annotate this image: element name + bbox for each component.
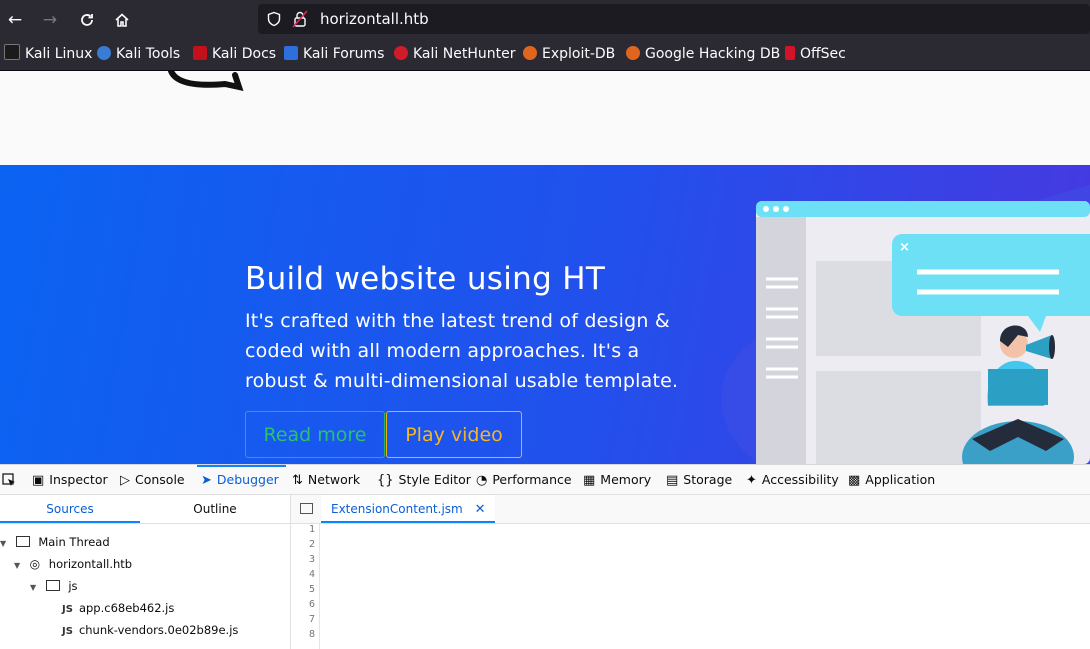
- js-file-icon: JS: [62, 626, 73, 637]
- tab-inspector[interactable]: ▣ Inspector: [32, 465, 108, 494]
- kali-docs-icon: [193, 46, 207, 60]
- tab-sources[interactable]: Sources: [0, 495, 140, 523]
- element-picker-icon[interactable]: [2, 465, 16, 494]
- js-file-icon: JS: [62, 604, 73, 615]
- storage-icon: ▤: [666, 473, 679, 488]
- line-number: 7: [308, 614, 315, 625]
- accessibility-icon: ✦: [746, 473, 757, 488]
- read-more-button[interactable]: Read more: [245, 411, 385, 458]
- reload-icon[interactable]: [74, 7, 100, 33]
- insecure-lock-icon[interactable]: [292, 10, 308, 32]
- line-gutter: 1 2 3 4 5 6 7 8: [291, 524, 320, 649]
- bookmark-kali-tools[interactable]: Kali Tools: [97, 39, 180, 70]
- ghdb-icon: [626, 46, 640, 60]
- line-number: 8: [308, 629, 315, 640]
- kali-forums-icon: [284, 46, 298, 60]
- window-icon: [15, 536, 30, 547]
- exploit-db-icon: [523, 46, 537, 60]
- play-video-button[interactable]: Play video: [386, 411, 522, 458]
- tree-host[interactable]: ▼ ◎ horizontall.htb: [14, 553, 132, 575]
- tab-accessibility[interactable]: ✦ Accessibility: [746, 465, 839, 494]
- url-text[interactable]: horizontall.htb: [320, 4, 429, 34]
- line-number: 4: [308, 569, 315, 580]
- hero-section: Build website using HT It's crafted with…: [0, 165, 1090, 464]
- tab-style-editor[interactable]: {} Style Editor: [377, 465, 471, 494]
- url-bar[interactable]: horizontall.htb: [258, 4, 1090, 34]
- tab-outline[interactable]: Outline: [145, 495, 285, 523]
- line-number: 6: [308, 599, 315, 610]
- editor-tabs: ExtensionContent.jsm ✕: [291, 495, 1090, 524]
- editor-file-tab[interactable]: ExtensionContent.jsm ✕: [321, 495, 496, 523]
- bookmark-kali-nethunter[interactable]: Kali NetHunter: [394, 39, 515, 70]
- back-icon[interactable]: ←: [2, 7, 28, 33]
- bookmark-kali-linux[interactable]: Kali Linux: [4, 39, 92, 70]
- expand-arrow-icon[interactable]: ▼: [30, 577, 40, 599]
- tab-memory[interactable]: ▦ Memory: [583, 465, 651, 494]
- tab-network[interactable]: ⇅ Network: [292, 465, 360, 494]
- forward-icon[interactable]: →: [37, 7, 63, 33]
- devtools-panel: ▣ Inspector ▷ Console ➤ Debugger ⇅ Network {…: [0, 464, 1090, 649]
- sources-panel: Sources Outline ▼ Main Thread ▼ ◎ horizo…: [0, 495, 291, 649]
- performance-icon: ◔: [476, 473, 488, 488]
- line-number: 3: [308, 554, 315, 565]
- style-editor-icon: {}: [377, 473, 394, 488]
- hero-description: It's crafted with the latest trend of de…: [245, 310, 679, 392]
- tree-file[interactable]: JS app.c68eb462.js: [62, 597, 174, 619]
- nethunter-icon: [394, 46, 408, 60]
- site-logo: [168, 71, 244, 91]
- tab-debugger[interactable]: ➤ Debugger: [197, 465, 286, 494]
- shield-icon[interactable]: [266, 11, 282, 31]
- inspector-icon: ▣: [32, 473, 45, 488]
- kali-tools-icon: [97, 46, 111, 60]
- tab-performance[interactable]: ◔ Performance: [476, 465, 572, 494]
- bookmark-google-hacking-db[interactable]: Google Hacking DB: [626, 39, 780, 70]
- bookmark-exploit-db[interactable]: Exploit-DB: [523, 39, 615, 70]
- bookmarks-bar: Kali Linux Kali Tools Kali Docs Kali For…: [0, 39, 1090, 71]
- sources-tabs: Sources Outline: [0, 495, 290, 524]
- hero-illustration: ×: [756, 201, 1090, 464]
- debugger-icon: ➤: [201, 473, 212, 488]
- toggle-sidebar-icon[interactable]: [300, 503, 313, 514]
- bookmark-kali-forums[interactable]: Kali Forums: [284, 39, 384, 70]
- kali-dragon-icon: [4, 44, 20, 60]
- bookmark-offsec[interactable]: OffSec: [785, 39, 846, 70]
- svg-text:×: ×: [899, 240, 910, 255]
- folder-icon: [45, 580, 60, 591]
- home-icon[interactable]: [109, 7, 135, 33]
- memory-icon: ▦: [583, 473, 596, 488]
- application-icon: ▩: [848, 473, 861, 488]
- line-number: 2: [308, 539, 315, 550]
- bookmark-kali-docs[interactable]: Kali Docs: [193, 39, 276, 70]
- hero-title: Build website using HT: [245, 261, 606, 297]
- tab-console[interactable]: ▷ Console: [120, 465, 185, 494]
- expand-arrow-icon[interactable]: ▼: [14, 555, 24, 577]
- editor-panel: ExtensionContent.jsm ✕ 1 2 3 4 5 6 7 8: [291, 495, 1090, 649]
- network-icon: ⇅: [292, 473, 303, 488]
- tab-application[interactable]: ▩ Application: [848, 465, 935, 494]
- tree-folder-js[interactable]: ▼ js: [30, 575, 78, 597]
- line-number: 5: [308, 584, 315, 595]
- page-viewport: Build website using HT It's crafted with…: [0, 71, 1090, 464]
- close-tab-icon[interactable]: ✕: [475, 502, 486, 517]
- tree-file[interactable]: JS chunk-vendors.0e02b89e.js: [62, 619, 238, 641]
- tree-main-thread[interactable]: ▼ Main Thread: [0, 531, 110, 553]
- console-icon: ▷: [120, 473, 130, 488]
- globe-icon: ◎: [29, 557, 41, 571]
- tab-storage[interactable]: ▤ Storage: [666, 465, 732, 494]
- expand-arrow-icon[interactable]: ▼: [0, 533, 10, 555]
- browser-toolbar: ← → horizontall.htb: [0, 0, 1090, 39]
- line-number: 1: [308, 524, 315, 535]
- devtools-toolbar: ▣ Inspector ▷ Console ➤ Debugger ⇅ Network {…: [0, 465, 1090, 495]
- offsec-icon: [785, 46, 795, 60]
